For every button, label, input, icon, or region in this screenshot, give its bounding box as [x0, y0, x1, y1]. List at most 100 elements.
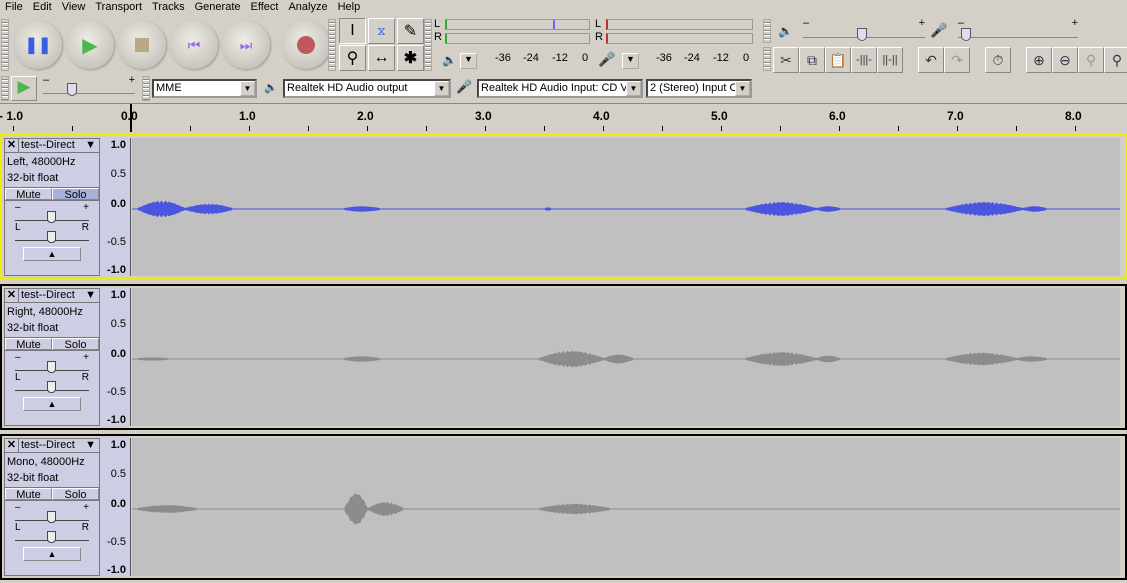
menu-view[interactable]: View [57, 0, 91, 16]
collapse-track-button[interactable]: ▲ [23, 547, 81, 561]
zoom-tool[interactable]: ⚲ [339, 45, 366, 71]
mute-button[interactable]: Mute [5, 338, 52, 351]
stop-button[interactable] [118, 21, 166, 69]
slider-thumb[interactable] [857, 28, 867, 41]
multi-tool[interactable]: ✱ [397, 45, 424, 71]
track-menu-button[interactable]: test--Direct ▼ [19, 439, 99, 452]
play-speed-slider[interactable]: – + [43, 74, 135, 96]
selection-tool[interactable]: I [339, 18, 366, 44]
slider-thumb[interactable] [47, 381, 56, 393]
menu-generate[interactable]: Generate [190, 0, 246, 16]
waveform[interactable] [132, 438, 1120, 576]
record-meter-menu[interactable]: ▼ [622, 53, 639, 69]
slider-thumb[interactable] [47, 511, 56, 523]
close-track-button[interactable]: ✕ [5, 289, 19, 302]
slider-thumb[interactable] [47, 361, 56, 373]
menu-analyze[interactable]: Analyze [283, 0, 332, 16]
menu-help[interactable]: Help [333, 0, 366, 16]
solo-button[interactable]: Solo [52, 338, 99, 351]
asterisk-icon: ✱ [403, 50, 418, 67]
pan-slider[interactable]: LR [15, 222, 89, 243]
pause-button[interactable]: ❚❚ [14, 21, 62, 69]
track-menu-button[interactable]: test--Direct ▼ [19, 139, 99, 152]
playback-meter-left[interactable] [445, 19, 590, 30]
cut-button[interactable]: ✂ [773, 47, 799, 73]
tools-toolbar: I ⧖ ✎ ⚲ ↔ ✱ [339, 18, 425, 71]
slider-thumb[interactable] [47, 531, 56, 543]
redo-button[interactable]: ↷ [944, 47, 970, 73]
toolbar-grip[interactable] [424, 19, 432, 71]
gain-slider[interactable]: – + [15, 352, 89, 373]
skip-start-button[interactable]: ⏮ [170, 21, 218, 69]
toolbar-grip[interactable] [763, 19, 771, 43]
menu-transport[interactable]: Transport [90, 0, 147, 16]
slider-thumb[interactable] [47, 231, 56, 243]
gain-slider[interactable]: – + [15, 202, 89, 223]
record-meter-right[interactable] [606, 33, 753, 44]
pan-slider[interactable]: LR [15, 522, 89, 543]
playhead-cursor[interactable] [130, 104, 132, 132]
pan-slider[interactable]: LR [15, 372, 89, 393]
paste-button[interactable]: 📋 [825, 47, 851, 73]
menu-file[interactable]: File [0, 0, 28, 16]
zoom-fit-icon: ⚲ [1085, 51, 1097, 68]
menu-effect[interactable]: Effect [246, 0, 284, 16]
draw-tool[interactable]: ✎ [397, 18, 424, 44]
collapse-track-button[interactable]: ▲ [23, 397, 81, 411]
mute-button[interactable]: Mute [5, 188, 52, 201]
close-track-button[interactable]: ✕ [5, 439, 19, 452]
slider-thumb[interactable] [47, 211, 56, 223]
toolbar-grip[interactable] [328, 19, 336, 71]
zoom-out-icon: ⊖ [1059, 51, 1071, 68]
trim-button[interactable]: -|||- [851, 47, 877, 73]
waveform[interactable] [132, 288, 1120, 426]
play-button[interactable]: ▶ [66, 21, 114, 69]
amplitude-label: -1.0 [107, 414, 126, 426]
undo-button[interactable]: ↶ [918, 47, 944, 73]
silence-button[interactable]: ||-|| [877, 47, 903, 73]
gain-slider[interactable]: – + [15, 502, 89, 523]
toolbar-grip[interactable] [1, 76, 9, 101]
solo-button[interactable]: Solo [52, 488, 99, 501]
input-volume-slider[interactable]: – + [958, 17, 1078, 41]
audio-host-select[interactable]: MME ▼ [152, 79, 257, 98]
envelope-tool[interactable]: ⧖ [368, 18, 395, 44]
collapse-track-button[interactable]: ▲ [23, 247, 81, 261]
zoom-out-button[interactable]: ⊖ [1052, 47, 1078, 73]
ruler-tick [544, 126, 545, 131]
playback-meter-menu[interactable]: ▼ [460, 53, 477, 69]
output-device-select[interactable]: Realtek HD Audio output ▼ [283, 79, 451, 98]
record-meter-left[interactable] [606, 19, 753, 30]
slider-thumb[interactable] [961, 28, 971, 41]
menu-edit[interactable]: Edit [28, 0, 57, 16]
timeline-ruler[interactable]: - 1.00.01.02.03.04.05.06.07.08.0 [0, 103, 1127, 132]
toolbar-grip[interactable] [763, 47, 771, 71]
output-volume-slider[interactable]: – + [803, 17, 925, 41]
play-at-speed-button[interactable]: ▶ [11, 76, 37, 101]
sync-lock-button[interactable]: ⏱ [985, 47, 1011, 73]
menu-tracks[interactable]: Tracks [147, 0, 190, 16]
chevron-down-icon: ▼ [85, 289, 96, 301]
fit-selection-button[interactable]: ⚲ [1078, 47, 1104, 73]
mute-button[interactable]: Mute [5, 488, 52, 501]
audio-track[interactable]: ✕ test--Direct ▼ Left, 48000Hz 32-bit floa… [0, 134, 1127, 280]
slider-label: R [81, 372, 89, 383]
input-channels-select[interactable]: 2 (Stereo) Input C ▼ [646, 79, 752, 98]
copy-button[interactable]: ⧉ [799, 47, 825, 73]
close-track-button[interactable]: ✕ [5, 139, 19, 152]
toolbar-grip[interactable] [1, 19, 9, 71]
solo-button[interactable]: Solo [52, 188, 99, 201]
zoom-in-button[interactable]: ⊕ [1026, 47, 1052, 73]
slider-thumb[interactable] [67, 83, 77, 96]
playback-meter-right[interactable] [445, 33, 590, 44]
track-menu-button[interactable]: test--Direct ▼ [19, 289, 99, 302]
timeshift-tool[interactable]: ↔ [368, 45, 395, 71]
audio-track[interactable]: ✕ test--Direct ▼ Right, 48000Hz 32-bit flo… [0, 284, 1127, 430]
toolbar-grip[interactable] [142, 76, 150, 101]
fit-project-button[interactable]: ⚲ [1104, 47, 1127, 73]
input-device-select[interactable]: Realtek HD Audio Input: CD Vo ▼ [477, 79, 643, 98]
waveform[interactable] [132, 138, 1120, 276]
audio-track[interactable]: ✕ test--Direct ▼ Mono, 48000Hz 32-bit floa… [0, 434, 1127, 580]
record-button[interactable] [282, 21, 330, 69]
skip-end-button[interactable]: ⏭ [222, 21, 270, 69]
